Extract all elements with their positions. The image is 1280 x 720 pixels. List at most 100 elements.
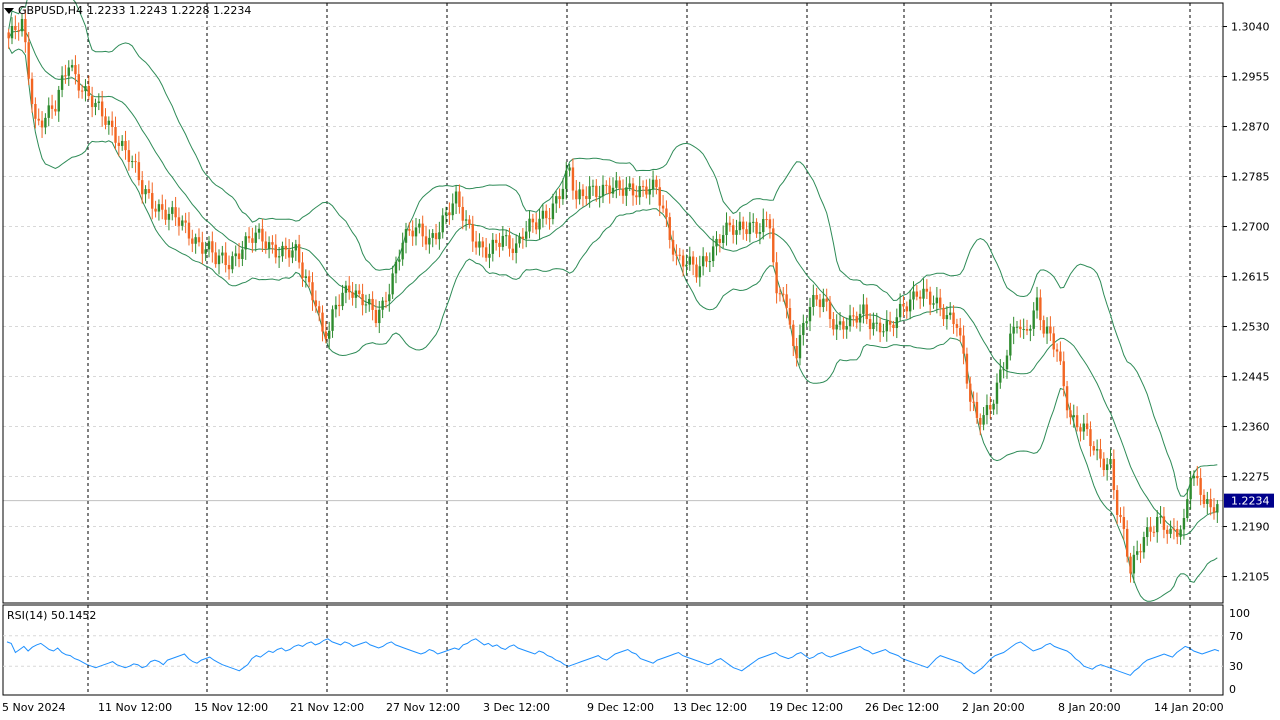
candle-body	[1065, 386, 1069, 411]
candle-body	[945, 315, 949, 320]
candle-body	[922, 288, 925, 299]
candle-body	[177, 217, 181, 226]
candle-body	[695, 264, 698, 278]
candle-body	[1002, 369, 1005, 371]
candle-body	[825, 298, 828, 302]
candle-body	[261, 228, 264, 242]
rsi-level-label: 30	[1229, 660, 1243, 673]
candle-body	[174, 207, 177, 218]
candle-body	[1009, 333, 1012, 356]
candle-body	[434, 233, 438, 240]
candle-body	[935, 297, 939, 304]
candle-body	[277, 256, 281, 258]
price-label: 1.2955	[1231, 71, 1270, 84]
chart-canvas[interactable]: 1.3040 1.2955 1.2870 1.2785 1.2700 1.2615 1.25…	[0, 0, 1280, 720]
candle-body	[832, 319, 835, 330]
candle-body	[1052, 333, 1055, 350]
candle-body	[1089, 429, 1092, 447]
candle-body	[197, 237, 201, 243]
rsi-panel-border	[2, 604, 1224, 696]
candle-body	[117, 142, 121, 146]
candle-body	[898, 303, 902, 318]
candle-body	[1059, 351, 1062, 362]
candle-body	[321, 312, 324, 332]
candle-body	[134, 161, 137, 163]
candle-body	[625, 187, 628, 196]
candle-body	[1202, 494, 1206, 504]
price-axis[interactable]: 1.3040 1.2955 1.2870 1.2785 1.2700 1.2615 1.25…	[1223, 21, 1274, 584]
candle-body	[488, 253, 491, 258]
candle-body	[888, 320, 892, 325]
candle-body	[752, 221, 755, 223]
candle-body	[1082, 423, 1085, 432]
candle-body	[384, 300, 388, 302]
candle-body	[144, 189, 147, 195]
candle-body	[341, 292, 344, 307]
candle-body	[511, 248, 515, 253]
candle-body	[77, 74, 80, 91]
candle-body	[1156, 516, 1159, 533]
dropdown-triangle-icon[interactable]	[4, 7, 14, 14]
time-label: 19 Dec 12:00	[769, 701, 843, 714]
candle-body	[1072, 415, 1075, 418]
candle-body	[875, 322, 878, 324]
candle-body	[24, 19, 27, 43]
candle-body	[90, 96, 94, 108]
candle-body	[538, 218, 541, 230]
candle-body	[234, 253, 237, 257]
candle-body	[962, 335, 965, 354]
candle-body	[391, 273, 394, 295]
candle-body	[1179, 529, 1182, 537]
candle-body	[1039, 297, 1042, 321]
candle-body	[555, 196, 558, 204]
candle-body	[701, 256, 705, 267]
candle-body	[141, 180, 144, 195]
candle-body	[40, 120, 44, 128]
candle-body	[281, 245, 284, 257]
price-label: 1.2530	[1231, 321, 1270, 334]
candle-body	[1099, 449, 1102, 459]
candle-body	[959, 327, 962, 336]
candle-body	[131, 161, 134, 163]
candle-body	[862, 304, 865, 314]
candle-body	[868, 319, 872, 330]
candle-body	[585, 196, 588, 199]
candle-body	[1012, 326, 1015, 334]
candle-body	[748, 222, 752, 235]
candle-body	[882, 331, 885, 333]
candle-body	[1085, 423, 1089, 430]
candle-body	[408, 229, 411, 231]
candle-body	[291, 250, 294, 258]
candle-body	[638, 186, 641, 198]
candle-body	[952, 312, 955, 325]
candle-body	[468, 219, 471, 225]
candle-body	[818, 299, 822, 308]
candle-body	[1102, 458, 1106, 471]
rsi-level-label: 100	[1229, 607, 1250, 620]
candle-body	[1189, 478, 1192, 500]
candle-body	[154, 208, 157, 212]
symbol-timeframe: GBPUSD,H4	[18, 4, 83, 17]
candle-body	[381, 300, 384, 310]
candle-body	[735, 230, 738, 235]
candle-body	[905, 306, 909, 312]
time-axis[interactable]: 5 Nov 2024 11 Nov 12:00 15 Nov 12:00 21 Nov…	[2, 701, 1224, 714]
candle-body	[444, 212, 448, 216]
candle-body	[1206, 499, 1209, 504]
candle-body	[211, 241, 214, 253]
candle-body	[615, 180, 618, 188]
candle-body	[1142, 537, 1146, 553]
candle-body	[1186, 499, 1189, 519]
candle-body	[745, 229, 748, 235]
candle-body	[772, 228, 775, 263]
candle-body	[247, 236, 251, 239]
price-label: 1.2190	[1231, 521, 1270, 534]
candle-body	[524, 231, 528, 239]
candle-body	[1112, 458, 1116, 491]
candle-body	[428, 237, 431, 245]
candle-body	[508, 235, 511, 249]
time-label: 8 Jan 20:00	[1058, 701, 1121, 714]
candle-body	[484, 247, 488, 258]
current-price-label: 1.2234	[1231, 495, 1270, 508]
candle-body	[872, 322, 875, 330]
